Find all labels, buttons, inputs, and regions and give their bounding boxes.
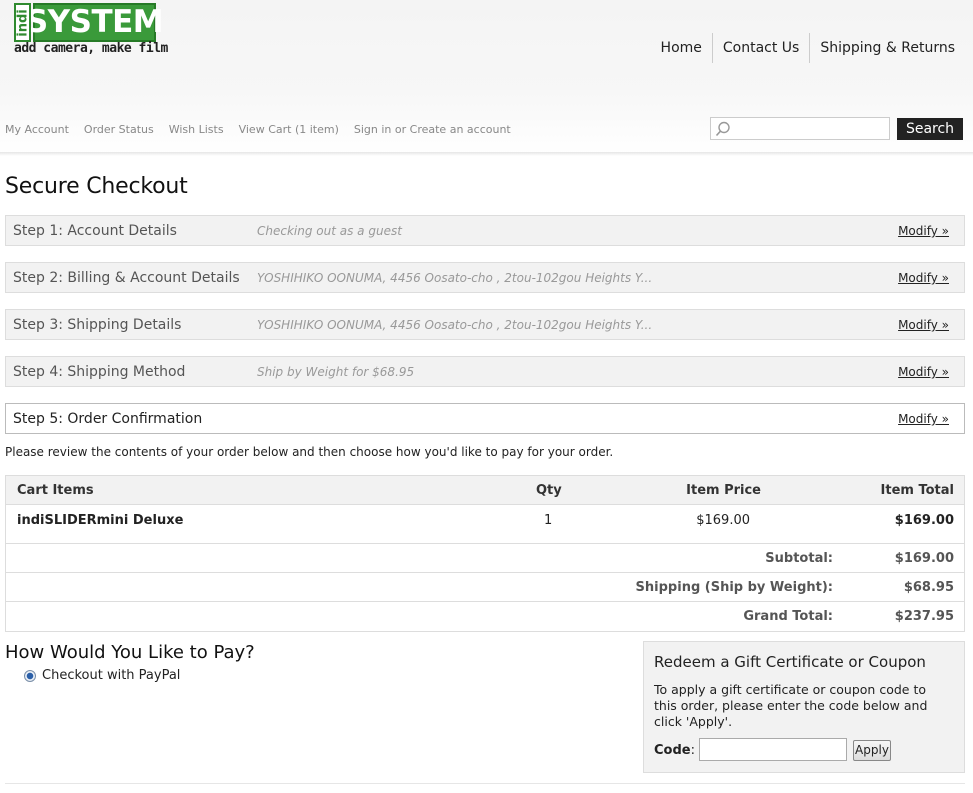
logo-indi-box: indi	[14, 3, 31, 42]
step-summary: Ship by Weight for $68.95	[257, 365, 415, 379]
subtotal-row: Subtotal: $169.00	[6, 544, 964, 573]
step-title: Step 2: Billing & Account Details	[13, 270, 240, 286]
header-item-price: Item Price	[686, 483, 761, 498]
coupon-title: Redeem a Gift Certificate or Coupon	[654, 653, 926, 671]
link-wish-lists[interactable]: Wish Lists	[169, 123, 224, 136]
step-title: Step 3: Shipping Details	[13, 317, 182, 333]
step-title: Step 5: Order Confirmation	[13, 411, 203, 427]
coupon-code-input[interactable]	[699, 738, 847, 761]
link-view-cart[interactable]: View Cart (1 item)	[239, 123, 339, 136]
nav-contact-us[interactable]: Contact Us	[711, 33, 809, 63]
cart-item-total: $169.00	[894, 513, 954, 528]
nav-shipping-returns[interactable]: Shipping & Returns	[809, 33, 965, 63]
table-row: indiSLIDERmini Deluxe 1 $169.00 $169.00	[6, 505, 964, 544]
step-account-details: Step 1: Account Details Checking out as …	[5, 215, 965, 246]
grand-total-row: Grand Total: $237.95	[6, 602, 964, 631]
step-billing-details: Step 2: Billing & Account Details YOSHIH…	[5, 262, 965, 293]
logo-indi-text: indi	[15, 8, 30, 37]
search-button[interactable]: Search	[897, 118, 963, 140]
coupon-panel: Redeem a Gift Certificate or Coupon To a…	[643, 641, 965, 773]
step-title: Step 4: Shipping Method	[13, 364, 186, 380]
paypal-option-label: Checkout with PayPal	[42, 668, 181, 683]
cart-table: Cart Items Qty Item Price Item Total ind…	[5, 475, 965, 632]
page-title: Secure Checkout	[5, 174, 188, 199]
grand-total-label: Grand Total:	[743, 609, 833, 624]
coupon-instructions: To apply a gift certificate or coupon co…	[654, 682, 928, 729]
apply-button[interactable]: Apply	[853, 740, 891, 761]
step-title: Step 1: Account Details	[13, 223, 177, 239]
step-summary: YOSHIHIKO OONUMA, 4456 Oosato-cho , 2tou…	[257, 318, 653, 332]
step-modify-link[interactable]: Modify »	[898, 365, 949, 379]
shipping-row: Shipping (Ship by Weight): $68.95	[6, 573, 964, 602]
logo-system-box: SYSTEM	[26, 3, 164, 42]
search-box	[710, 117, 890, 140]
search-icon	[715, 121, 730, 137]
step-shipping-method: Step 4: Shipping Method Ship by Weight f…	[5, 356, 965, 387]
step-shipping-details: Step 3: Shipping Details YOSHIHIKO OONUM…	[5, 309, 965, 340]
logo-system-text: SYSTEM	[25, 4, 164, 40]
link-order-status[interactable]: Order Status	[84, 123, 154, 136]
step-modify-link[interactable]: Modify »	[898, 224, 949, 238]
search-input[interactable]	[735, 118, 885, 139]
link-sign-in[interactable]: Sign in or Create an account	[354, 123, 511, 136]
step-modify-link[interactable]: Modify »	[898, 318, 949, 332]
header-item-total: Item Total	[880, 483, 954, 498]
logo-tagline: add camera, make film	[14, 41, 168, 56]
header-cart-items: Cart Items	[17, 483, 94, 498]
cart-header-row: Cart Items Qty Item Price Item Total	[6, 476, 964, 505]
paypal-radio[interactable]	[24, 669, 36, 682]
shipping-label: Shipping (Ship by Weight):	[635, 580, 833, 595]
step-modify-link[interactable]: Modify »	[898, 271, 949, 285]
footer-divider	[5, 783, 965, 784]
cart-item-price: $169.00	[696, 513, 750, 528]
link-my-account[interactable]: My Account	[5, 123, 69, 136]
step-summary: Checking out as a guest	[257, 224, 402, 238]
cart-item-name[interactable]: indiSLIDERmini Deluxe	[17, 513, 183, 528]
review-instructions: Please review the contents of your order…	[5, 445, 614, 459]
shipping-value: $68.95	[903, 580, 954, 595]
coupon-code-label: Code:	[654, 743, 695, 758]
account-links: My Account Order Status Wish Lists View …	[5, 123, 526, 136]
grand-total-value: $237.95	[894, 609, 954, 624]
coupon-code-colon: :	[690, 743, 695, 758]
paypal-option[interactable]: Checkout with PayPal	[24, 668, 180, 683]
logo-mark: indi SYSTEM	[14, 3, 164, 42]
step-summary: YOSHIHIKO OONUMA, 4456 Oosato-cho , 2tou…	[257, 271, 653, 285]
site-logo[interactable]: indi SYSTEM add camera, make film	[14, 3, 168, 59]
step-order-confirmation: Step 5: Order Confirmation Modify »	[5, 403, 965, 434]
subtotal-label: Subtotal:	[765, 551, 833, 566]
header-shadow	[0, 152, 973, 156]
subtotal-value: $169.00	[894, 551, 954, 566]
step-modify-link[interactable]: Modify »	[898, 412, 949, 426]
nav-home[interactable]: Home	[651, 33, 712, 63]
top-nav: Home Contact Us Shipping & Returns	[651, 33, 965, 63]
payment-title: How Would You Like to Pay?	[5, 642, 255, 663]
cart-item-qty: 1	[544, 513, 553, 528]
header-qty: Qty	[536, 483, 562, 498]
coupon-code-label-text: Code	[654, 743, 691, 758]
